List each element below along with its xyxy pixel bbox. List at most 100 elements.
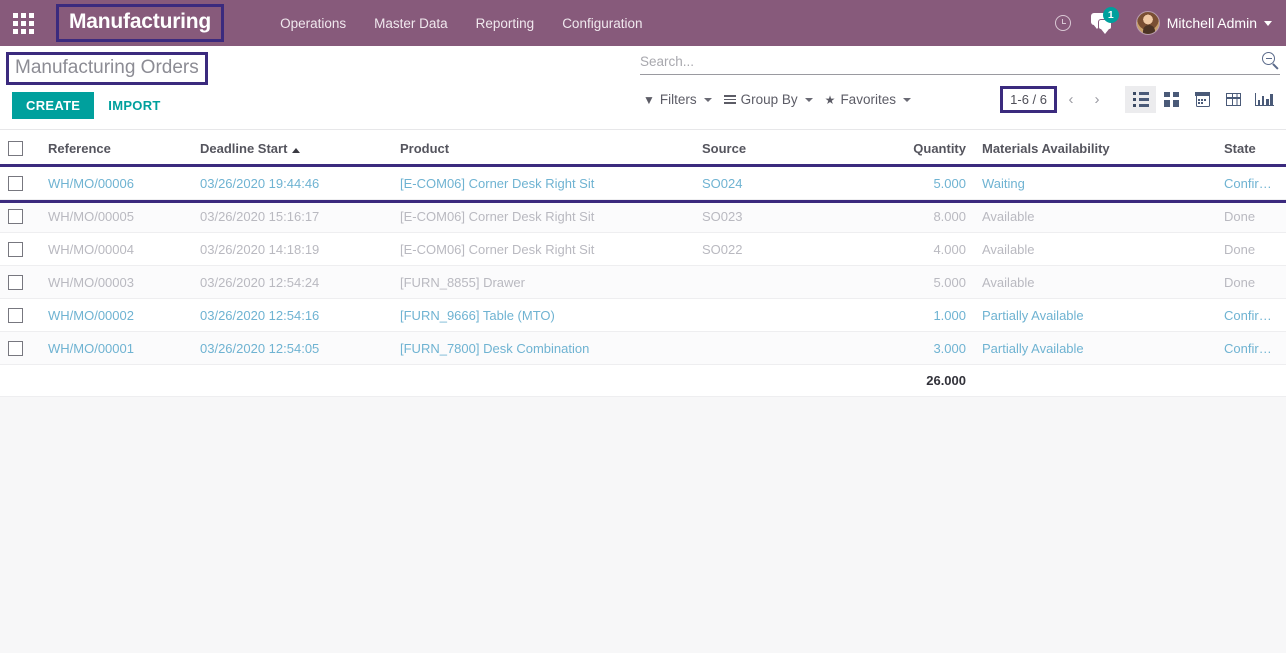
cell-source (694, 265, 852, 300)
row-select-cell (0, 298, 40, 333)
cell-deadline-start: 03/26/2020 14:18:19 (192, 232, 392, 267)
list-view-icon (1132, 91, 1149, 108)
column-header-reference[interactable]: Reference (40, 130, 192, 168)
cell-materials-availability: Available (974, 265, 1216, 300)
calendar-view-icon (1194, 91, 1211, 107)
cell-materials-availability: Available (974, 232, 1216, 267)
control-panel-left: Manufacturing Orders CREATE IMPORT (6, 52, 208, 119)
messaging-menu-button[interactable]: 1 (1084, 0, 1124, 46)
row-checkbox[interactable] (8, 341, 23, 357)
cell-state: Confirmed (1216, 166, 1286, 201)
table-row[interactable]: WH/MO/00001 03/26/2020 12:54:05 [FURN_7800… (0, 331, 1286, 366)
row-checkbox[interactable] (8, 242, 23, 258)
app-page: Manufacturing Operations Master Data Rep… (0, 0, 1286, 653)
breadcrumb[interactable]: Manufacturing Orders (6, 52, 208, 85)
list-lines-icon (723, 94, 736, 105)
apps-menu-button[interactable] (0, 0, 46, 46)
user-name-label: Mitchell Admin (1166, 15, 1257, 31)
import-button[interactable]: IMPORT (100, 92, 168, 119)
cell-deadline-start: 03/26/2020 12:54:24 (192, 265, 392, 300)
search-tools-row: ▼ Filters Group By ★ Favorites 1-6 / 6 ‹ (640, 86, 1280, 113)
table-body: WH/MO/00006 03/26/2020 19:44:46 [E-COM06] … (0, 166, 1286, 398)
column-header-state[interactable]: State (1216, 130, 1286, 168)
cell-source (694, 331, 852, 366)
avatar (1135, 11, 1160, 35)
view-switcher-kanban[interactable] (1156, 86, 1187, 113)
cell-quantity: 5.000 (852, 265, 974, 300)
app-brand-manufacturing[interactable]: Manufacturing (56, 4, 225, 42)
pager-previous-button[interactable]: ‹ (1059, 89, 1083, 111)
table-total-row: 26.000 (0, 364, 1286, 398)
control-panel-right: ▼ Filters Group By ★ Favorites 1-6 / 6 ‹ (640, 52, 1280, 113)
star-icon: ★ (824, 92, 836, 107)
cell-deadline-start: 03/26/2020 15:16:17 (192, 199, 392, 234)
row-checkbox[interactable] (8, 275, 23, 291)
control-panel: Manufacturing Orders CREATE IMPORT ▼ Fil… (0, 46, 1286, 130)
column-header-materials-availability[interactable]: Materials Availability (974, 130, 1216, 168)
table-row[interactable]: WH/MO/00005 03/26/2020 15:16:17 [E-COM06] … (0, 199, 1286, 234)
row-checkbox[interactable] (8, 209, 23, 225)
filters-label: Filters (659, 92, 697, 107)
cell-quantity: 4.000 (852, 232, 974, 267)
cell-state: Confirmed (1216, 298, 1286, 333)
group-by-dropdown[interactable]: Group By (721, 89, 822, 110)
search-input[interactable] (640, 53, 1262, 69)
search-bar[interactable] (640, 52, 1280, 75)
table-row[interactable]: WH/MO/00006 03/26/2020 19:44:46 [E-COM06] … (0, 166, 1286, 201)
row-checkbox[interactable] (8, 308, 23, 324)
menu-item-operations[interactable]: Operations (266, 10, 360, 37)
cell-quantity: 3.000 (852, 331, 974, 366)
row-select-cell (0, 166, 40, 201)
column-header-deadline-start-label: Deadline Start (200, 140, 288, 156)
cell-product: [FURN_9666] Table (MTO) (392, 298, 694, 333)
view-switcher-calendar[interactable] (1187, 86, 1218, 113)
favorites-dropdown[interactable]: ★ Favorites (822, 89, 920, 110)
row-checkbox[interactable] (8, 176, 23, 192)
cell-state: Done (1216, 232, 1286, 267)
table-row[interactable]: WH/MO/00003 03/26/2020 12:54:24 [FURN_8855… (0, 265, 1286, 300)
column-header-product[interactable]: Product (392, 130, 694, 168)
cell-product: [E-COM06] Corner Desk Right Sit (392, 199, 694, 234)
chevron-down-icon (804, 97, 813, 102)
activity-menu-button[interactable] (1046, 0, 1080, 46)
total-empty-cell (974, 364, 1216, 398)
cell-materials-availability: Waiting (974, 166, 1216, 201)
menu-item-configuration[interactable]: Configuration (548, 10, 656, 37)
filters-dropdown[interactable]: ▼ Filters (640, 89, 721, 110)
search-icon[interactable] (1262, 52, 1280, 70)
cell-deadline-start: 03/26/2020 12:54:16 (192, 298, 392, 333)
cell-product: [FURN_8855] Drawer (392, 265, 694, 300)
cell-reference: WH/MO/00004 (40, 232, 192, 267)
view-switcher (1125, 86, 1280, 113)
select-all-checkbox[interactable] (8, 141, 23, 157)
total-empty-cell (694, 364, 852, 398)
pager-counter[interactable]: 1-6 / 6 (1000, 86, 1057, 113)
top-navbar: Manufacturing Operations Master Data Rep… (0, 0, 1286, 46)
apps-grid-icon (12, 12, 34, 34)
column-header-deadline-start[interactable]: Deadline Start (192, 130, 392, 168)
cell-quantity: 1.000 (852, 298, 974, 333)
select-all-header (0, 130, 40, 168)
menu-item-master-data[interactable]: Master Data (360, 10, 462, 37)
table-row[interactable]: WH/MO/00002 03/26/2020 12:54:16 [FURN_9666… (0, 298, 1286, 333)
view-switcher-graph[interactable] (1249, 86, 1280, 113)
view-switcher-pivot[interactable] (1218, 86, 1249, 113)
column-header-source[interactable]: Source (694, 130, 852, 168)
total-empty-cell (392, 364, 694, 398)
chevron-down-icon (1264, 20, 1272, 26)
pager-next-button[interactable]: › (1085, 89, 1109, 111)
sort-ascending-icon (292, 147, 301, 153)
cell-reference: WH/MO/00001 (40, 331, 192, 366)
create-button[interactable]: CREATE (12, 92, 95, 119)
total-empty-cell (0, 364, 40, 398)
cell-state: Confirmed (1216, 331, 1286, 366)
user-menu-button[interactable]: Mitchell Admin (1128, 11, 1278, 35)
cell-reference: WH/MO/00006 (40, 166, 192, 201)
menu-item-reporting[interactable]: Reporting (462, 10, 549, 37)
cell-state: Done (1216, 199, 1286, 234)
table-row[interactable]: WH/MO/00004 03/26/2020 14:18:19 [E-COM06] … (0, 232, 1286, 267)
view-switcher-list[interactable] (1125, 86, 1156, 113)
column-header-quantity[interactable]: Quantity (852, 130, 974, 168)
cell-deadline-start: 03/26/2020 12:54:05 (192, 331, 392, 366)
row-select-cell (0, 232, 40, 267)
